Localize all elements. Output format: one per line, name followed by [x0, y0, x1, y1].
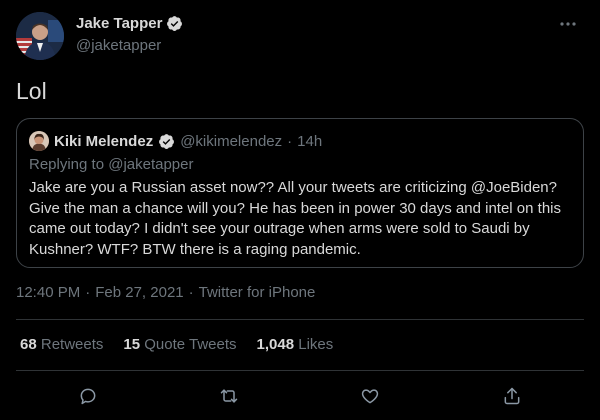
- meta-separator: ·: [85, 284, 91, 301]
- quoted-replying-to: Replying to @jaketapper: [29, 156, 194, 173]
- tweet-time[interactable]: 12:40 PM: [16, 284, 80, 301]
- quoted-header: Kiki Melendez @kikimelendez · 14h: [29, 131, 322, 151]
- tweet-stats: 68 Retweets 15 Quote Tweets 1,048 Likes: [20, 336, 333, 353]
- quote-tweets-label: Quote Tweets: [144, 336, 237, 353]
- tweet-actions: [0, 378, 600, 414]
- likes-stat[interactable]: 1,048 Likes: [257, 336, 334, 353]
- tweet-date[interactable]: Feb 27, 2021: [95, 284, 183, 301]
- verified-badge-icon: [167, 16, 183, 31]
- likes-count: 1,048: [256, 336, 295, 353]
- more-button[interactable]: [554, 12, 582, 36]
- quote-tweets-count: 15: [123, 336, 141, 353]
- quoted-author-name: Kiki Melendez: [54, 132, 154, 150]
- quoted-avatar: [29, 131, 49, 151]
- share-icon: [504, 387, 520, 405]
- like-button[interactable]: [352, 378, 388, 414]
- like-icon: [361, 389, 379, 404]
- retweets-count: 68: [20, 336, 37, 353]
- author-handle[interactable]: @jaketapper: [76, 37, 161, 54]
- retweets-stat[interactable]: 68 Retweets: [20, 336, 103, 353]
- reply-icon: [80, 388, 96, 405]
- more-icon: [560, 22, 576, 26]
- retweet-icon: [220, 389, 238, 403]
- quoted-text: Jake are you a Russian asset now?? All y…: [29, 179, 561, 258]
- tweet-detail: Jake Tapper @jaketapper Lol Kiki Melende…: [0, 0, 600, 420]
- author-name[interactable]: Jake Tapper: [76, 15, 162, 32]
- quoted-timestamp: 14h: [297, 132, 323, 150]
- tweet-text: Lol: [16, 78, 47, 104]
- author-avatar[interactable]: [16, 12, 64, 60]
- share-button[interactable]: [494, 378, 530, 414]
- quoted-separator: ·: [287, 132, 293, 150]
- divider: [16, 319, 584, 320]
- quote-tweets-stat[interactable]: 15 Quote Tweets: [123, 336, 236, 353]
- divider: [16, 370, 584, 371]
- retweets-label: Retweets: [40, 336, 104, 353]
- quoted-tweet[interactable]: Kiki Melendez @kikimelendez · 14h Replyi…: [16, 118, 584, 268]
- tweet-source[interactable]: Twitter for iPhone: [199, 284, 316, 301]
- retweet-button[interactable]: [211, 378, 247, 414]
- reply-button[interactable]: [70, 378, 106, 414]
- quoted-author-handle: @kikimelendez: [180, 132, 283, 150]
- verified-badge-icon: [159, 133, 175, 149]
- author-name-row[interactable]: Jake Tapper: [76, 15, 183, 32]
- tweet-meta: 12:40 PM · Feb 27, 2021 · Twitter for iP…: [16, 284, 315, 301]
- meta-separator: ·: [188, 284, 194, 301]
- likes-label: Likes: [298, 336, 334, 353]
